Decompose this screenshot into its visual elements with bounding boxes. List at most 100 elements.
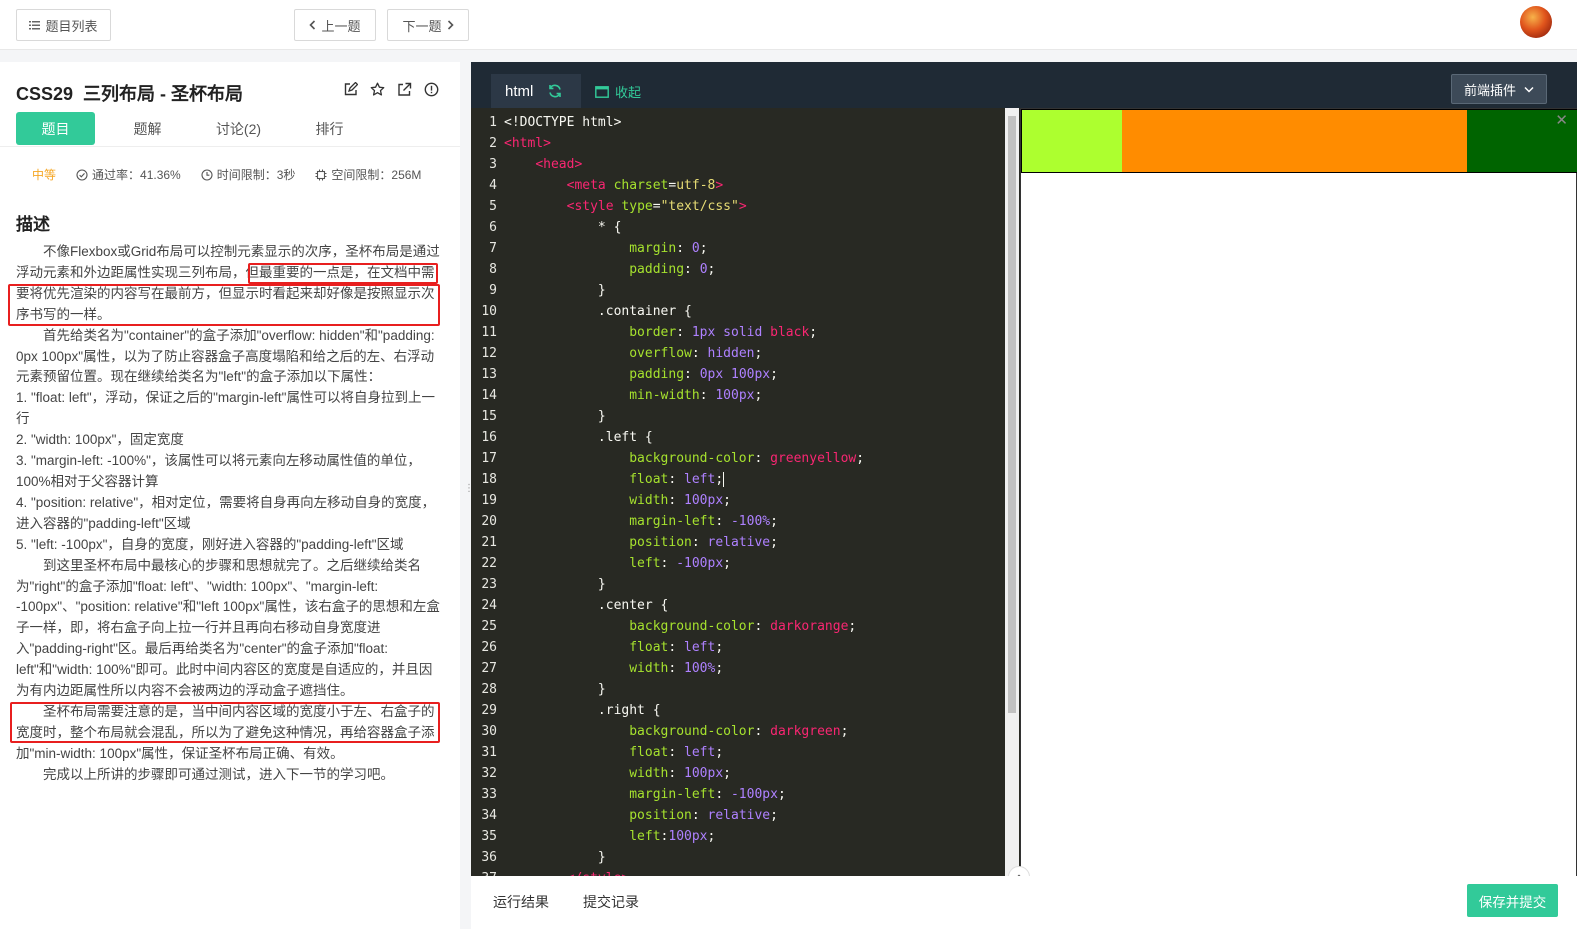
line-number: 23 bbox=[481, 577, 497, 592]
code-line: background-color: darkgreen; bbox=[629, 724, 849, 739]
problem-list-button[interactable]: 题目列表 bbox=[16, 9, 111, 41]
line-number: 29 bbox=[481, 703, 497, 718]
resize-handle[interactable]: ⋮ bbox=[464, 484, 474, 494]
code-line: } bbox=[504, 577, 606, 592]
next-button[interactable]: 下一题 bbox=[387, 9, 469, 41]
tab-solution[interactable]: 题解 bbox=[108, 112, 187, 145]
chip-icon bbox=[315, 169, 327, 180]
line-number: 16 bbox=[481, 430, 497, 445]
line-number: 21 bbox=[481, 535, 497, 550]
code-line: <head> bbox=[535, 157, 583, 172]
desc-list-item: 1. "float: left"，浮动，保证之后的"margin-left"属性… bbox=[16, 390, 435, 427]
code-line: .center { bbox=[504, 598, 669, 613]
tab-ranking[interactable]: 排行 bbox=[290, 112, 369, 145]
code-editor[interactable]: 1 2 3 4 5 6 7 8 9 10 11 12 13 14 15 16 17 18 19 20 21 22 23 24 2… bbox=[471, 108, 1005, 878]
code-line: width: 100%; bbox=[629, 661, 724, 676]
preview-container bbox=[1021, 109, 1577, 173]
line-number: 6 bbox=[489, 220, 497, 235]
bottom-bar: 运行结果 提交记录 保存并提交 bbox=[471, 876, 1577, 929]
code-line: } bbox=[504, 283, 606, 298]
problem-panel: CSS29 三列布局 - 圣杯布局 题目 题解 讨论(2) 排行 中等 通过率：… bbox=[0, 62, 460, 929]
code-line: min-width: 100px; bbox=[629, 388, 763, 403]
avatar[interactable] bbox=[1520, 6, 1552, 38]
preview-left-box bbox=[1022, 110, 1122, 172]
edit-icon[interactable] bbox=[343, 81, 359, 97]
editor-scrollbar[interactable] bbox=[1005, 108, 1019, 878]
code-line: <style type="text/css"> bbox=[566, 199, 747, 214]
line-number: 18 bbox=[481, 472, 497, 487]
tab-problem[interactable]: 题目 bbox=[16, 112, 95, 145]
line-number: 26 bbox=[481, 640, 497, 655]
tab-discussion[interactable]: 讨论(2) bbox=[199, 112, 278, 145]
difficulty-badge: 中等 bbox=[32, 168, 57, 182]
code-line: float: left; bbox=[629, 745, 724, 760]
code-line: background-color: darkorange; bbox=[629, 619, 857, 634]
run-result-tab[interactable]: 运行结果 bbox=[493, 892, 549, 912]
problem-list-label: 题目列表 bbox=[45, 18, 98, 34]
line-number: 1 bbox=[489, 115, 497, 130]
code-line: padding: 0px 100px; bbox=[629, 367, 778, 382]
line-number: 28 bbox=[481, 682, 497, 697]
code-line: overflow: hidden; bbox=[629, 346, 763, 361]
prev-label: 上一题 bbox=[321, 18, 361, 34]
code-line: margin-left: -100%; bbox=[629, 514, 778, 529]
collapse-button[interactable]: 收起 bbox=[595, 82, 641, 101]
submit-records-tab[interactable]: 提交记录 bbox=[583, 892, 639, 912]
line-number: 34 bbox=[481, 808, 497, 823]
chevron-down-icon bbox=[1524, 86, 1534, 93]
desc-list-item: 2. "width: 100px"，固定宽度 bbox=[16, 432, 184, 448]
highlight-box bbox=[8, 284, 440, 326]
code-line: position: relative; bbox=[629, 808, 778, 823]
line-number: 30 bbox=[481, 724, 497, 739]
line-number: 5 bbox=[489, 199, 497, 214]
plugin-dropdown[interactable]: 前端插件 bbox=[1451, 74, 1547, 104]
code-line: } bbox=[504, 409, 606, 424]
line-number: 22 bbox=[481, 556, 497, 571]
line-number: 15 bbox=[481, 409, 497, 424]
line-number: 20 bbox=[481, 514, 497, 529]
close-icon[interactable]: ✕ bbox=[1555, 111, 1568, 129]
top-bar: 题目列表 上一题 下一题 bbox=[0, 0, 1577, 50]
editor-tabbar: html 收起 前端插件 bbox=[471, 62, 1577, 108]
save-submit-button[interactable]: 保存并提交 bbox=[1467, 884, 1558, 917]
refresh-icon[interactable] bbox=[547, 83, 563, 99]
line-number: 36 bbox=[481, 850, 497, 865]
editor-tab-label: html bbox=[505, 82, 534, 100]
prev-button[interactable]: 上一题 bbox=[294, 9, 376, 41]
check-circle-icon bbox=[76, 168, 88, 181]
preview-pane: ✕ bbox=[1020, 108, 1577, 878]
share-icon[interactable] bbox=[397, 82, 412, 97]
line-number: 27 bbox=[481, 661, 497, 676]
code-line: background-color: greenyellow; bbox=[629, 451, 865, 466]
star-icon[interactable] bbox=[370, 82, 385, 97]
scrollbar-thumb[interactable] bbox=[1008, 116, 1016, 713]
clock-icon bbox=[201, 168, 213, 181]
line-number: 17 bbox=[481, 451, 497, 466]
pass-rate-text: 通过率：41.36% bbox=[92, 168, 181, 182]
code-line: .right { bbox=[504, 703, 661, 718]
title-actions bbox=[343, 81, 439, 97]
description-heading: 描述 bbox=[16, 215, 50, 234]
tab-html[interactable]: html bbox=[491, 74, 581, 108]
code-line: <!DOCTYPE html> bbox=[504, 115, 622, 130]
code-line: } bbox=[504, 682, 606, 697]
pass-rate: 通过率：41.36% bbox=[76, 166, 181, 183]
report-icon[interactable] bbox=[424, 82, 439, 97]
line-number: 8 bbox=[489, 262, 497, 277]
desc-list-item: 4. "position: relative"，相对定位，需要将自身再向左移动自… bbox=[16, 494, 436, 531]
line-number: 10 bbox=[481, 304, 497, 319]
code-line: .container { bbox=[504, 304, 692, 319]
line-number: 19 bbox=[481, 493, 497, 508]
line-number: 13 bbox=[481, 367, 497, 382]
line-number: 33 bbox=[481, 787, 497, 802]
desc-paragraph: 到这里圣杯布局中最核心的步骤和思想就完了。之后继续给类名为"right"的盒子添… bbox=[16, 557, 440, 699]
problem-title: CSS29 三列布局 - 圣杯布局 bbox=[16, 84, 244, 104]
desc-paragraph: 完成以上所讲的步骤即可通过测试，进入下一节的学习吧。 bbox=[16, 766, 394, 782]
code-line: float: left; bbox=[629, 640, 724, 655]
code-line: } bbox=[504, 850, 606, 865]
chevron-right-icon bbox=[447, 20, 454, 30]
desc-paragraph: 首先给类名为"container"的盒子添加"overflow: hidden"… bbox=[16, 327, 435, 385]
code-line: left: -100px; bbox=[629, 556, 731, 571]
code-line: * { bbox=[504, 220, 622, 235]
line-number: 31 bbox=[481, 745, 497, 760]
